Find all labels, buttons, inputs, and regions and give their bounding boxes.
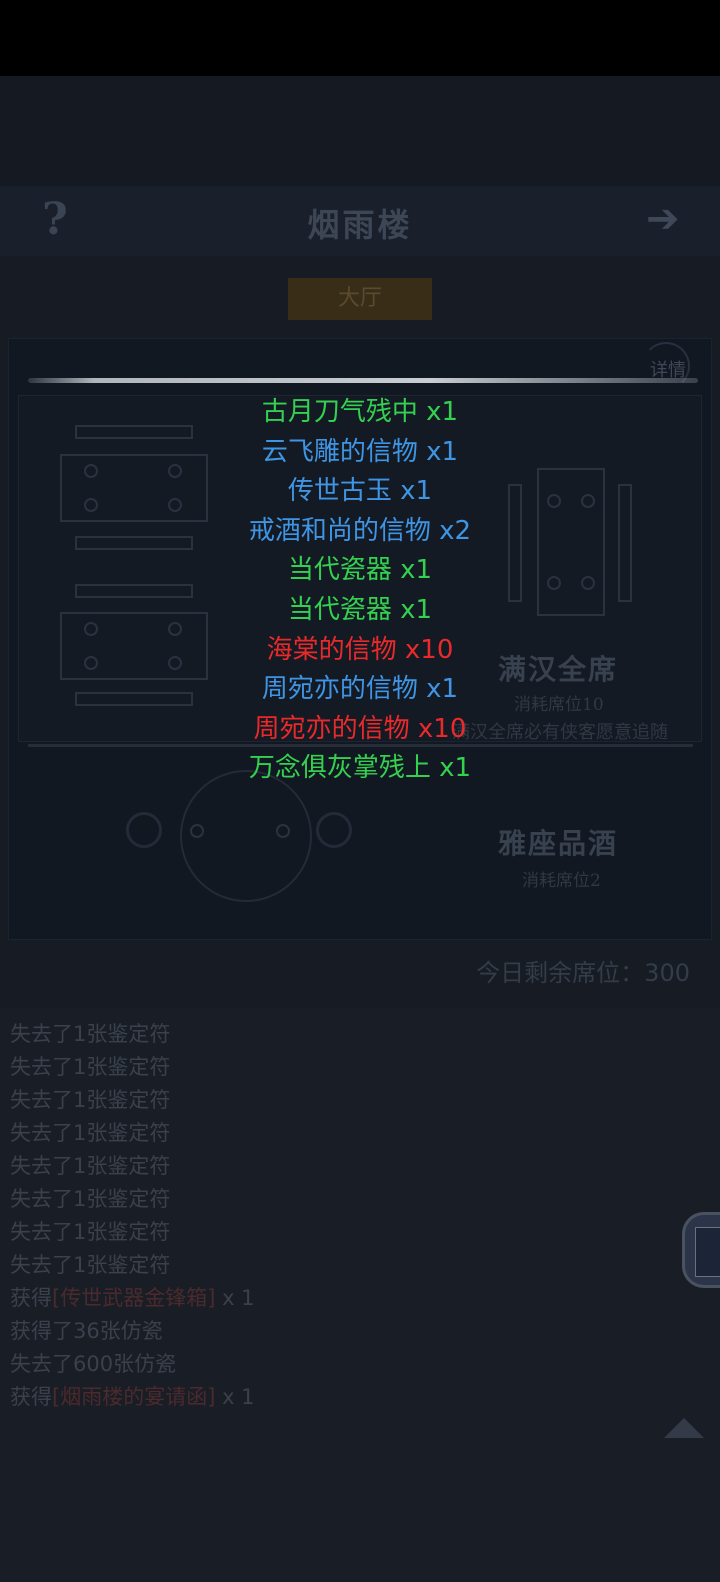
log-entry: 失去了1张鉴定符 [10,1187,171,1211]
log-entry: 失去了600张仿瓷 [10,1352,177,1376]
reward-item: 传世古玉 x1 [287,476,433,507]
reward-item: 周宛亦的信物 x10 [253,713,467,744]
reward-item: 云飞雕的信物 x1 [261,436,459,467]
fine-wine-cost: 消耗席位2 [522,871,601,891]
reward-item: 当代瓷器 x1 [287,595,433,625]
log-entry: 获得了36张仿瓷 [10,1319,163,1343]
character-portrait-icon [695,1227,720,1277]
stool [316,812,352,848]
status-bar [0,0,720,76]
scroll-up-icon[interactable] [664,1418,704,1438]
round-table[interactable] [180,770,312,902]
log-entry: 失去了1张鉴定符 [10,1220,171,1244]
log-suffix: x 1 [215,1385,255,1409]
log-item-name[interactable]: [传世武器金锋箱] [52,1286,215,1310]
brush-divider [28,378,698,383]
reward-item: 当代瓷器 x1 [287,555,433,586]
tab-hall[interactable]: 大厅 [288,278,432,320]
reward-item: 万念俱灰掌残上 x1 [248,753,472,784]
log-entry: 获得[烟雨楼的宴请函] x 1 [10,1381,255,1411]
log-suffix: x 1 [215,1286,255,1310]
log-entry: 失去了1张鉴定符 [10,1154,171,1178]
log-entry: 失去了1张鉴定符 [10,1022,171,1046]
seat [276,824,290,838]
next-arrow-icon[interactable]: ➔ [646,196,680,242]
log-prefix: 获得 [10,1286,52,1310]
reward-item: 古月刀气残中 x1 [261,397,459,427]
reward-item: 戒酒和尚的信物 x2 [248,515,472,546]
log-entry: 获得[传世武器金锋箱] x 1 [10,1282,255,1312]
log-entry: 失去了1张鉴定符 [10,1055,171,1079]
side-character-button[interactable] [682,1212,720,1288]
log-entry: 失去了1张鉴定符 [10,1088,171,1112]
log-entry: 失去了1张鉴定符 [10,1253,171,1277]
reward-item: 海棠的信物 x10 [266,634,454,665]
background-top [0,76,720,186]
log-prefix: 获得 [10,1385,52,1409]
stool [126,812,162,848]
page-title: 烟雨楼 [307,206,413,244]
seat [190,824,204,838]
fine-wine-title[interactable]: 雅座品酒 [498,822,618,862]
seats-remaining: 今日剩余席位：300 [476,959,690,987]
log-item-name[interactable]: [烟雨楼的宴请函] [52,1385,215,1409]
reward-item: 周宛亦的信物 x1 [261,674,459,705]
log-entry: 失去了1张鉴定符 [10,1121,171,1145]
